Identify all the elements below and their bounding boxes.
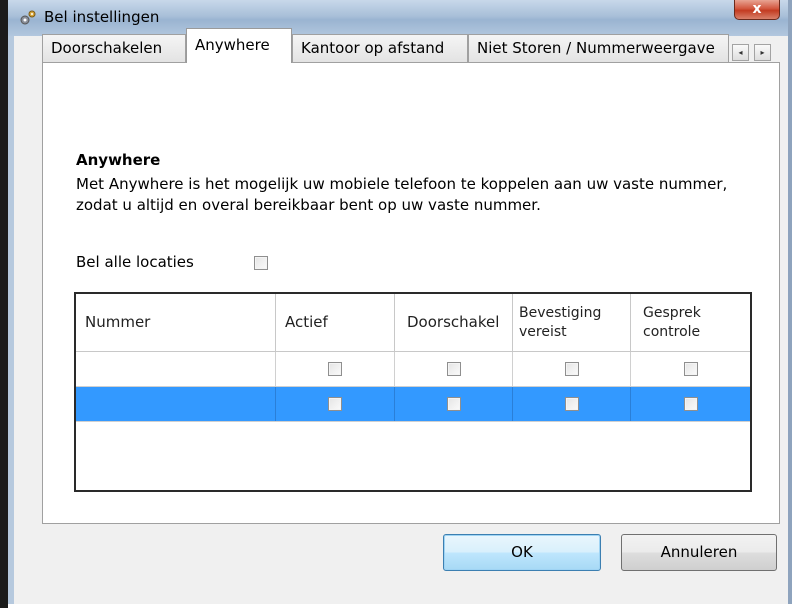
- window-title: Bel instellingen: [44, 8, 160, 26]
- column-header-nummer[interactable]: Nummer: [76, 294, 276, 351]
- gears-icon: [20, 10, 36, 25]
- bel-alle-locaties-label: Bel alle locaties: [76, 253, 194, 271]
- gesprek-controle-checkbox[interactable]: [683, 397, 698, 411]
- tab-anywhere[interactable]: Anywhere: [186, 28, 292, 63]
- bevestiging-cell: [513, 387, 631, 421]
- column-header-label: Nummer: [85, 313, 151, 331]
- arrow-right-icon: ▸: [760, 48, 765, 57]
- tab-label: Anywhere: [195, 36, 270, 54]
- desktop-background: [0, 0, 8, 608]
- actief-checkbox[interactable]: [328, 397, 342, 411]
- column-header-label: Gesprek controle: [643, 304, 701, 340]
- title-bar[interactable]: Bel instellingen x: [8, 0, 788, 37]
- grid-header: Nummer Actief Doorschakel Bevestiging ve…: [76, 294, 750, 352]
- actief-cell: [276, 352, 395, 386]
- gesprek-controle-checkbox[interactable]: [683, 362, 698, 376]
- tab-label: Kantoor op afstand: [301, 39, 445, 57]
- tab-label: Doorschakelen: [51, 39, 163, 57]
- bevestiging-checkbox[interactable]: [564, 362, 579, 376]
- column-header-actief[interactable]: Actief: [276, 294, 395, 351]
- nummer-cell[interactable]: [76, 352, 276, 386]
- arrow-left-icon: ◂: [738, 48, 743, 57]
- column-header-gesprek-controle[interactable]: Gesprek controle: [631, 294, 750, 351]
- tab-scroll-left-button[interactable]: ◂: [732, 44, 749, 61]
- table-row[interactable]: [76, 352, 750, 387]
- column-header-label: Bevestiging vereist: [519, 304, 602, 340]
- bevestiging-checkbox[interactable]: [564, 397, 579, 411]
- gesprek-controle-cell: [631, 387, 750, 421]
- tab-scroll-right-button[interactable]: ▸: [754, 44, 771, 61]
- bevestiging-cell: [513, 352, 631, 386]
- doorschakel-cell: [395, 352, 513, 386]
- tab-label: Niet Storen / Nummerweergave: [477, 39, 715, 57]
- close-button[interactable]: x: [734, 0, 780, 20]
- bel-alle-locaties-checkbox[interactable]: [254, 256, 268, 270]
- table-row[interactable]: [76, 387, 750, 422]
- column-header-bevestiging[interactable]: Bevestiging vereist: [513, 294, 631, 351]
- anywhere-numbers-grid: Nummer Actief Doorschakel Bevestiging ve…: [74, 292, 752, 492]
- tab-niet-storen[interactable]: Niet Storen / Nummerweergave: [468, 34, 729, 62]
- nummer-cell[interactable]: [76, 387, 276, 421]
- gesprek-controle-cell: [631, 352, 750, 386]
- tab-doorschakelen[interactable]: Doorschakelen: [42, 34, 186, 62]
- cancel-button[interactable]: Annuleren: [621, 534, 777, 571]
- doorschakel-cell: [395, 387, 513, 421]
- actief-cell: [276, 387, 395, 421]
- actief-checkbox[interactable]: [328, 362, 342, 376]
- doorschakel-checkbox[interactable]: [446, 397, 461, 411]
- ok-button[interactable]: OK: [443, 534, 601, 571]
- column-header-label: Actief: [285, 313, 328, 331]
- column-header-doorschakel[interactable]: Doorschakel: [395, 294, 513, 351]
- section-title: Anywhere: [76, 151, 161, 169]
- doorschakel-checkbox[interactable]: [446, 362, 461, 376]
- section-description: Met Anywhere is het mogelijk uw mobiele …: [76, 175, 728, 214]
- column-header-label: Doorschakel: [407, 313, 500, 331]
- tab-kantoor-op-afstand[interactable]: Kantoor op afstand: [292, 34, 468, 62]
